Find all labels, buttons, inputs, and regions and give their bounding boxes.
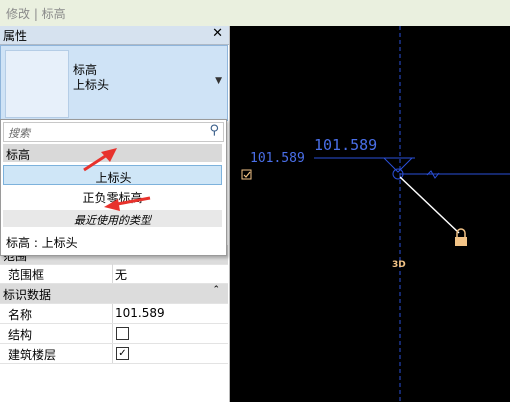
- context-title: 修改 | 标高: [6, 7, 66, 21]
- group-label: 标高: [6, 148, 31, 162]
- search-placeholder: 搜索: [8, 127, 30, 140]
- type-dropdown: 搜索 ⚲ 标高 上标头 正负零标高 最近使用的类型 标高 : 上标头: [0, 119, 227, 256]
- option-zero-level[interactable]: 正负零标高: [3, 186, 222, 206]
- type-family: 标高: [73, 63, 98, 77]
- level-elevation-left[interactable]: 101.589: [250, 151, 305, 166]
- section-identity-data[interactable]: 标识数据 ⌃: [0, 284, 228, 304]
- structure-checkbox[interactable]: [116, 327, 129, 340]
- close-icon[interactable]: ✕: [212, 26, 223, 41]
- leader-line: [399, 176, 460, 234]
- row-range-box: 范围框 无: [0, 264, 228, 284]
- drawing-canvas[interactable]: 101.589 101.589 3D: [230, 26, 510, 402]
- search-input[interactable]: 搜索 ⚲: [3, 122, 224, 142]
- range-box-label: 范围框: [8, 268, 45, 282]
- recent-label: 最近使用的类型: [74, 214, 151, 227]
- recent-types-label: 最近使用的类型: [3, 210, 222, 227]
- type-value: 上标头: [73, 78, 110, 92]
- type-thumbnail: [5, 50, 69, 118]
- ribbon-context-bar: 修改 | 标高: [0, 0, 510, 27]
- type-selector[interactable]: 标高 上标头 ▼: [0, 45, 228, 121]
- building-story-label: 建筑楼层: [8, 348, 57, 362]
- recent-type-item[interactable]: 标高 : 上标头: [3, 232, 222, 250]
- label-3d: 3D: [392, 260, 406, 270]
- properties-header: 属性 ✕: [0, 26, 229, 45]
- option-upper-head[interactable]: 上标头: [3, 165, 222, 185]
- row-name: 名称 101.589: [0, 304, 228, 324]
- column-divider: [112, 304, 113, 323]
- column-divider: [112, 264, 113, 283]
- collapse-icon[interactable]: ⌃: [212, 285, 220, 295]
- column-divider: [112, 344, 113, 363]
- identity-section-label: 标识数据: [3, 288, 52, 302]
- level-elevation-right[interactable]: 101.589: [314, 136, 377, 154]
- show-bubble-checkbox-icon[interactable]: [241, 169, 252, 180]
- structure-label: 结构: [8, 328, 33, 342]
- building-story-checkbox[interactable]: ✓: [116, 347, 129, 360]
- row-building-story: 建筑楼层 ✓: [0, 344, 228, 364]
- level-drawing: [241, 26, 510, 402]
- name-label: 名称: [8, 308, 33, 322]
- lock-icon[interactable]: [455, 228, 467, 246]
- level-head-icon: [382, 157, 414, 173]
- range-box-value[interactable]: 无: [115, 266, 127, 283]
- search-icon[interactable]: ⚲: [209, 123, 219, 138]
- name-value[interactable]: 101.589: [115, 306, 165, 320]
- recent-type-label: 标高 : 上标头: [6, 236, 78, 250]
- column-divider: [112, 324, 113, 343]
- type-name: 标高 上标头: [73, 63, 109, 93]
- row-structure: 结构: [0, 324, 228, 344]
- option-label: 正负零标高: [82, 191, 143, 205]
- panel-title: 属性: [3, 29, 28, 43]
- chevron-down-icon[interactable]: ▼: [215, 76, 222, 86]
- dropdown-group-header: 标高: [3, 144, 222, 162]
- option-label: 上标头: [95, 171, 132, 185]
